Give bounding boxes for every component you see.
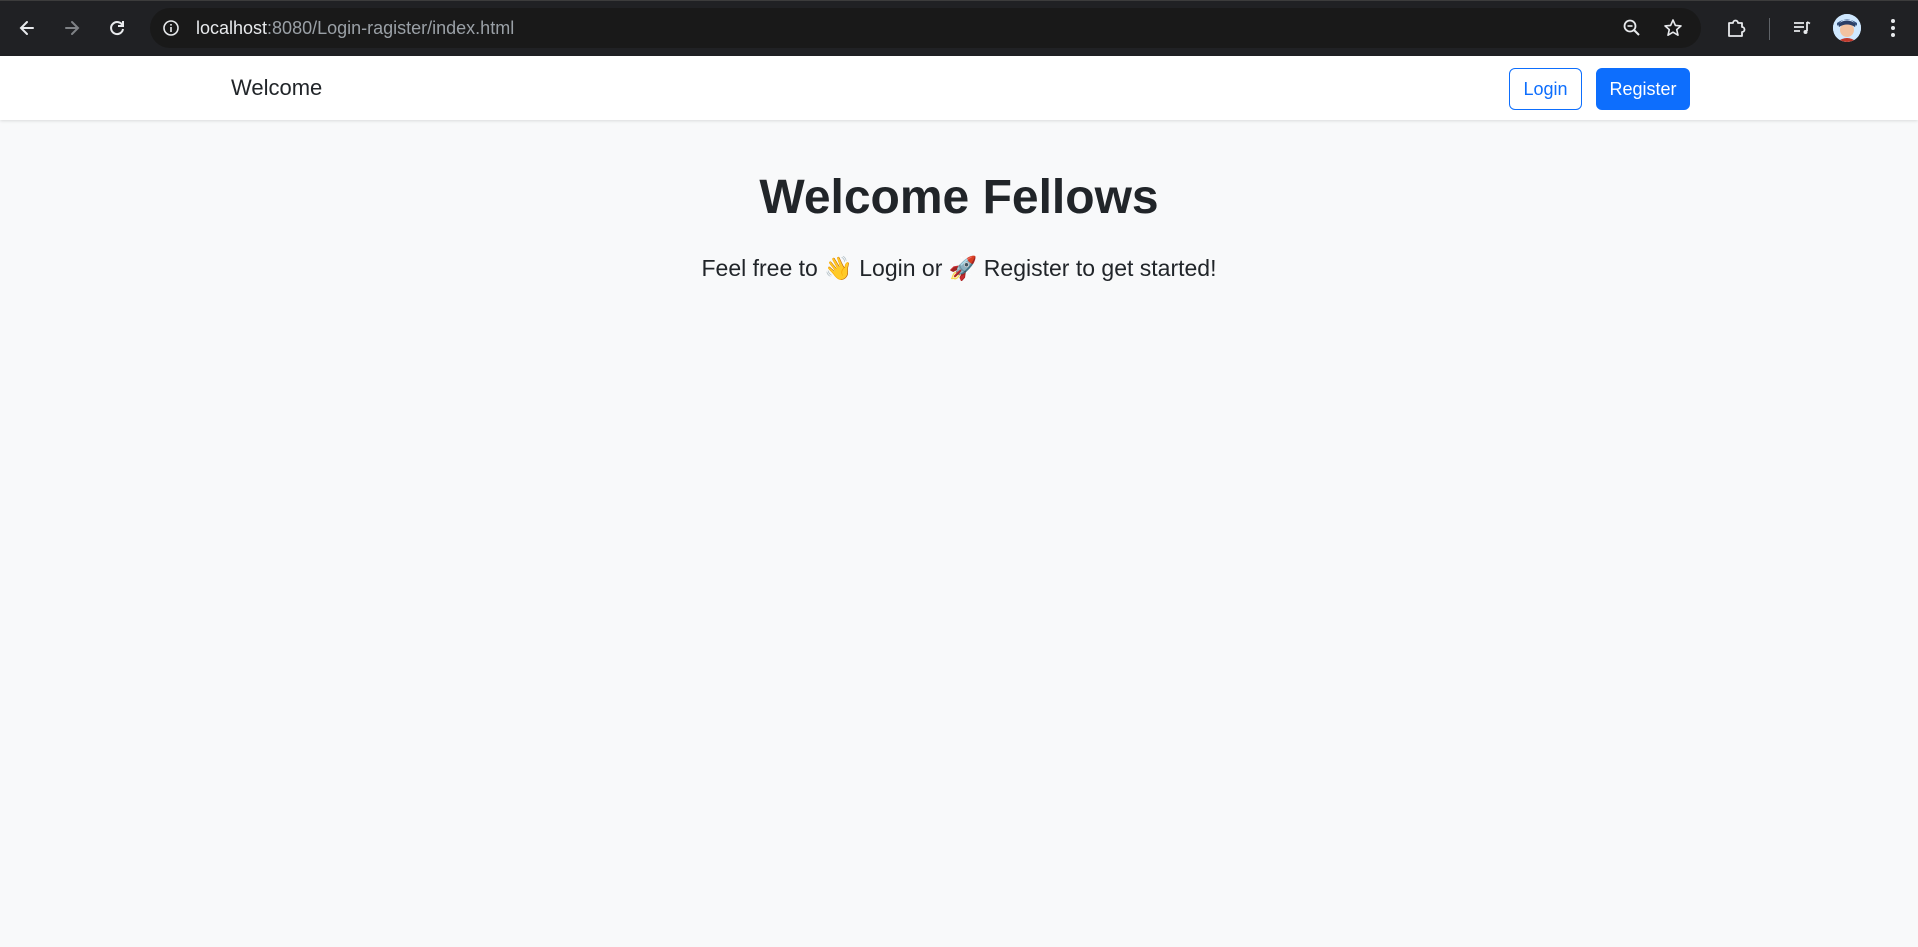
browser-menu-button[interactable]	[1880, 15, 1906, 41]
subtitle-register-text: Register to get started!	[977, 255, 1217, 281]
puzzle-icon	[1725, 17, 1747, 39]
media-button[interactable]	[1789, 15, 1815, 41]
star-icon	[1663, 18, 1683, 38]
site-info-button[interactable]	[160, 17, 182, 39]
media-queue-icon	[1791, 17, 1813, 39]
site-info-icon	[162, 19, 180, 37]
url-text[interactable]: localhost:8080/Login-ragister/index.html	[196, 8, 514, 48]
back-arrow-icon	[17, 18, 37, 38]
register-button[interactable]: Register	[1596, 68, 1690, 110]
forward-button[interactable]	[57, 13, 87, 43]
address-bar[interactable]: localhost:8080/Login-ragister/index.html	[150, 8, 1701, 48]
url-host: localhost	[196, 18, 268, 38]
subtitle-login-text: Login or	[852, 255, 949, 281]
kebab-menu-icon	[1890, 18, 1896, 38]
page-title: Welcome Fellows	[759, 171, 1159, 224]
bookmark-button[interactable]	[1662, 17, 1684, 39]
subtitle-prefix: Feel free to	[701, 255, 825, 281]
extensions-button[interactable]	[1723, 15, 1749, 41]
wave-emoji-icon: 👋	[824, 256, 853, 282]
reload-button[interactable]	[102, 13, 132, 43]
forward-arrow-icon	[62, 18, 82, 38]
zoom-icon	[1622, 18, 1642, 38]
login-button[interactable]: Login	[1509, 68, 1582, 110]
back-button[interactable]	[12, 13, 42, 43]
navbar-brand[interactable]: Welcome	[231, 56, 322, 120]
reload-icon	[107, 18, 127, 38]
site-navbar: Welcome Login Register	[0, 56, 1918, 120]
hero-subtitle: Feel free to 👋 Login or 🚀 Register to ge…	[0, 252, 1918, 285]
url-path: :8080/Login-ragister/index.html	[267, 18, 515, 38]
zoom-button[interactable]	[1621, 17, 1643, 39]
browser-toolbar: localhost:8080/Login-ragister/index.html	[0, 0, 1918, 56]
avatar[interactable]	[1833, 14, 1861, 42]
rocket-emoji-icon: 🚀	[948, 256, 978, 282]
toolbar-divider	[1769, 18, 1770, 40]
